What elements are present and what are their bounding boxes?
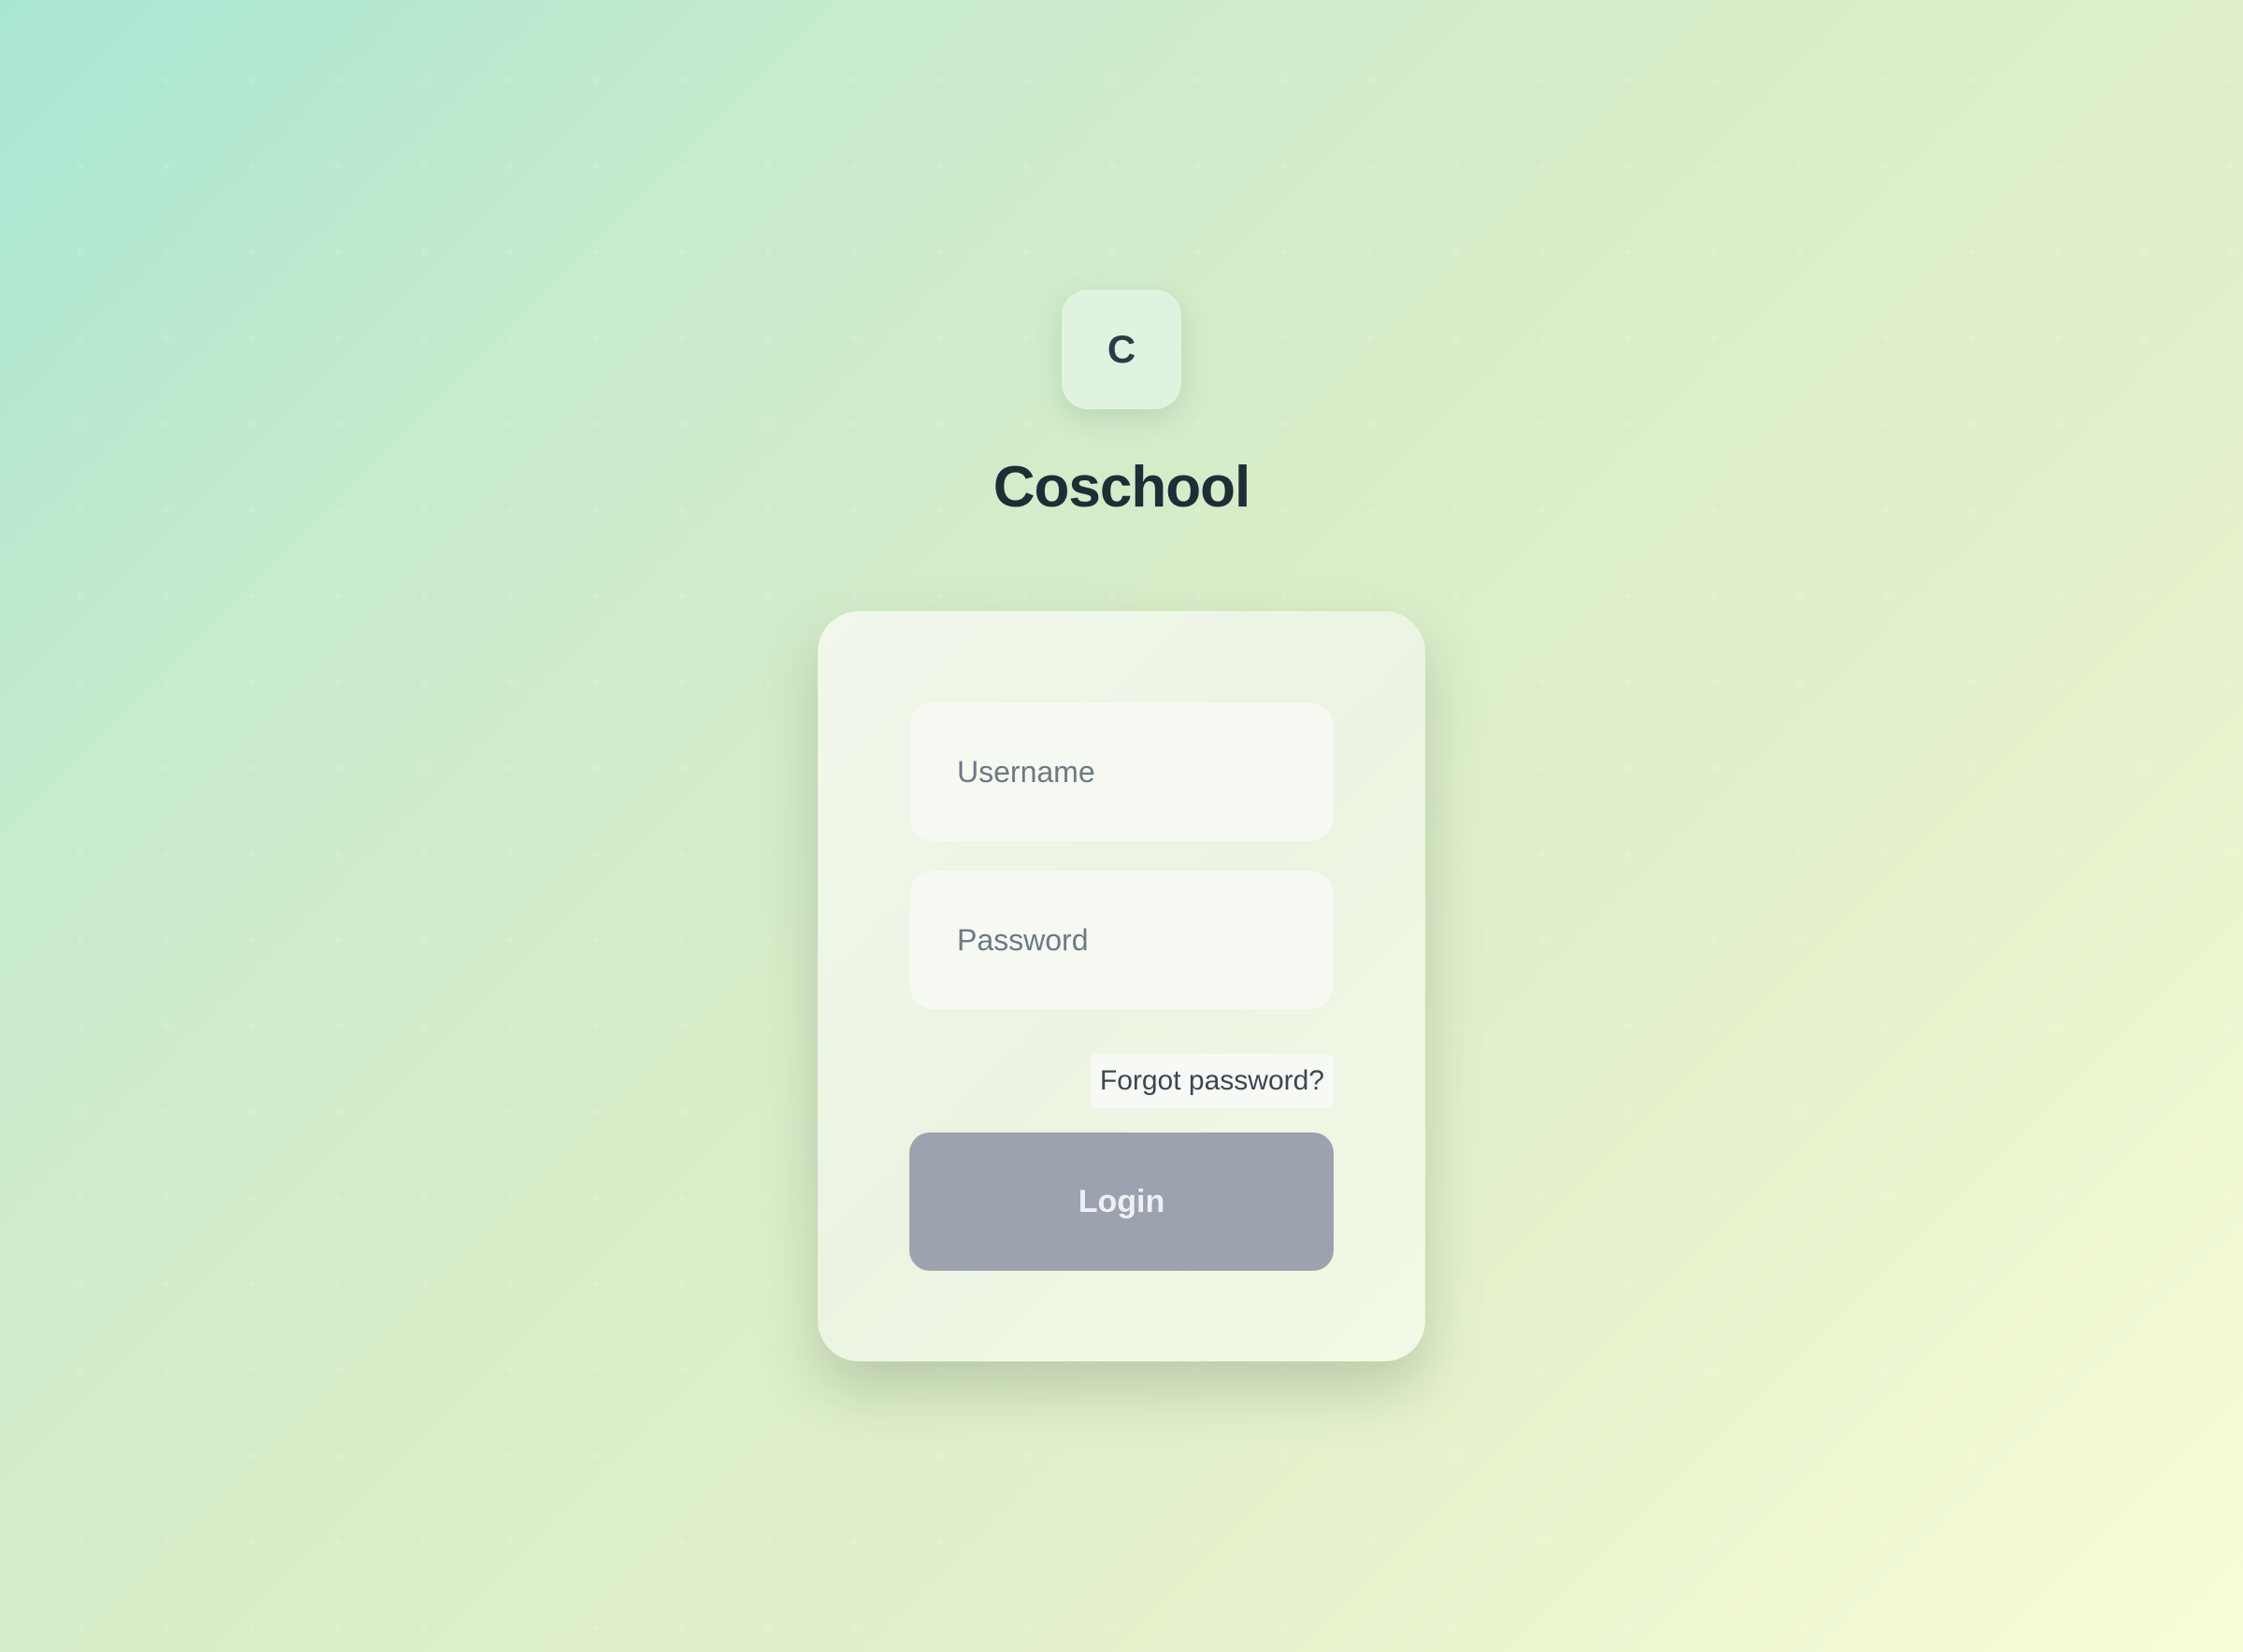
forgot-password-link[interactable]: Forgot password? bbox=[1090, 1054, 1334, 1108]
app-logo: C bbox=[1062, 290, 1181, 409]
app-logo-letter: C bbox=[1107, 327, 1136, 371]
password-input[interactable] bbox=[909, 871, 1334, 1009]
login-button[interactable]: Login bbox=[909, 1132, 1334, 1271]
login-card: Forgot password? Login bbox=[818, 611, 1425, 1361]
username-input[interactable] bbox=[909, 703, 1334, 841]
app-title: Coschool bbox=[993, 455, 1250, 520]
